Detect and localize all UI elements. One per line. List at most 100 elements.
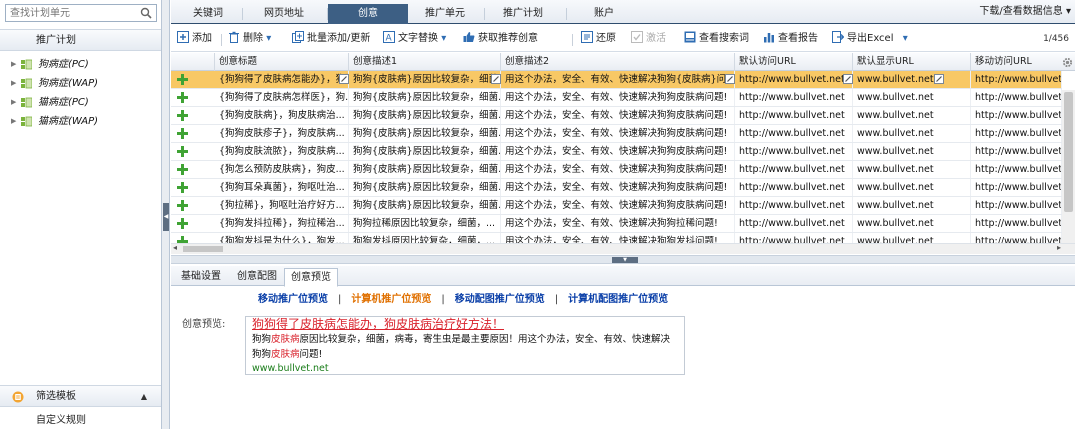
- preview-mode-link[interactable]: 计算机配图推广位预览: [568, 294, 668, 305]
- detail-splitter[interactable]: ▼: [171, 255, 1075, 264]
- view-search-terms-button[interactable]: 查看搜索词: [684, 31, 749, 47]
- expand-arrow-icon[interactable]: ▶: [11, 55, 16, 74]
- tab-ad-groups[interactable]: 推广单元: [416, 4, 474, 24]
- table-cell[interactable]: {狗狗发抖拉稀}，狗拉稀治...: [215, 215, 349, 232]
- table-row[interactable]: {狗狗耳朵真菌}，狗呕吐治... 狗狗{皮肤病}原因比较复杂，细菌... 用这个办法…: [171, 179, 1062, 197]
- table-cell[interactable]: http://www.bullvet.net: [735, 107, 853, 124]
- column-header[interactable]: 创意描述1: [349, 53, 501, 71]
- table-cell[interactable]: http://www.bullvet...: [971, 107, 1062, 124]
- column-header[interactable]: 移动访问URL: [971, 53, 1062, 71]
- table-row[interactable]: {狗狗皮肤流脓}，狗皮肤病... 狗狗{皮肤病}原因比较复杂，细菌... 用这个办法…: [171, 143, 1062, 161]
- plan-search-box[interactable]: [5, 4, 157, 22]
- table-cell[interactable]: 用这个办法，安全、有效、快速解决狗狗皮肤病问题!: [501, 197, 735, 214]
- tab-creative-images[interactable]: 创意配图: [231, 268, 283, 286]
- search-icon[interactable]: [140, 7, 152, 19]
- get-recommended-creatives-button[interactable]: 获取推荐创意: [463, 31, 538, 47]
- table-cell[interactable]: www.bullvet.net: [853, 143, 971, 160]
- edit-pencil-icon[interactable]: [725, 74, 735, 84]
- table-cell[interactable]: http://www.bullvet...: [971, 233, 1062, 243]
- batch-add-update-button[interactable]: 批量添加/更新: [292, 31, 370, 47]
- table-cell[interactable]: 用这个办法，安全、有效、快速解决狗狗皮肤病问题!: [501, 89, 735, 106]
- edit-pencil-icon[interactable]: [843, 74, 853, 84]
- restore-button[interactable]: 还原: [581, 31, 616, 47]
- collapse-down-icon[interactable]: ▼: [612, 257, 638, 263]
- column-header[interactable]: 创意标题: [215, 53, 349, 71]
- table-row[interactable]: {狗狗得了皮肤病怎能办}，狗狗...狗狗{皮肤病}原因比较复杂，细菌...用这个…: [171, 71, 1062, 89]
- scroll-left-icon[interactable]: ◂: [173, 243, 177, 252]
- table-cell[interactable]: http://www.bullvet.net: [735, 143, 853, 160]
- download-view-data-link[interactable]: 下载/查看数据信息 ▾: [979, 4, 1071, 20]
- filter-template-bar[interactable]: 筛选模板 ▲: [0, 385, 161, 407]
- tab-keywords[interactable]: 关键词: [179, 4, 237, 24]
- table-cell[interactable]: 用这个办法，安全、有效、快速解决狗狗皮肤病问题!: [501, 161, 735, 178]
- table-cell[interactable]: http://www.bullvet...: [971, 125, 1062, 142]
- column-header[interactable]: 默认显示URL: [853, 53, 971, 71]
- table-cell[interactable]: {狗拉稀}，狗呕吐治疗好方...: [215, 197, 349, 214]
- tab-urls[interactable]: 网页地址: [249, 4, 319, 24]
- table-cell[interactable]: 狗狗{皮肤病}原因比较复杂，细菌...: [349, 89, 501, 106]
- table-cell[interactable]: 用这个办法，安全、有效、快速解决狗狗皮肤病问题!: [501, 125, 735, 142]
- table-cell[interactable]: 用这个办法，安全、有效、快速解决狗狗{皮肤病}问题!: [501, 71, 735, 88]
- expand-plus-icon[interactable]: [177, 218, 188, 229]
- table-row[interactable]: {狗怎么预防皮肤病}，狗皮... 狗狗{皮肤病}原因比较复杂，细菌... 用这个办法…: [171, 161, 1062, 179]
- table-cell[interactable]: http://www.bullvet...: [971, 71, 1062, 88]
- tab-account[interactable]: 账户: [579, 4, 629, 24]
- table-row[interactable]: {狗拉稀}，狗呕吐治疗好方... 狗狗{皮肤病}原因比较复杂，细菌... 用这个办法…: [171, 197, 1062, 215]
- preview-mode-link[interactable]: 移动配图推广位预览: [455, 294, 545, 305]
- table-cell[interactable]: 狗狗拉稀原因比较复杂，细菌，...: [349, 215, 501, 232]
- plan-tree-item[interactable]: ▶ 猫病症(PC): [0, 93, 160, 112]
- table-cell[interactable]: 狗狗{皮肤病}原因比较复杂，细菌...: [349, 143, 501, 160]
- ad-preview-title[interactable]: 狗狗得了皮肤病怎能办，狗皮肤病治疗好方法！: [252, 317, 678, 332]
- tab-campaigns[interactable]: 推广计划: [493, 4, 553, 24]
- table-cell[interactable]: www.bullvet.net: [853, 197, 971, 214]
- table-cell[interactable]: 用这个办法，安全、有效、快速解决狗狗拉稀问题!: [501, 215, 735, 232]
- table-cell[interactable]: www.bullvet.net: [853, 107, 971, 124]
- table-cell[interactable]: http://www.bullvet...: [971, 89, 1062, 106]
- table-cell[interactable]: http://www.bullvet.net: [735, 179, 853, 196]
- table-cell[interactable]: http://www.bullvet...: [971, 215, 1062, 232]
- table-cell[interactable]: www.bullvet.net: [853, 215, 971, 232]
- grid-vertical-scrollbar[interactable]: [1062, 90, 1075, 243]
- tab-creative-preview[interactable]: 创意预览: [284, 268, 338, 287]
- table-cell[interactable]: http://www.bullvet.net: [735, 197, 853, 214]
- expand-plus-icon[interactable]: [177, 146, 188, 157]
- table-cell[interactable]: http://www.bullvet.net: [735, 125, 853, 142]
- table-cell[interactable]: http://www.bullvet...: [971, 161, 1062, 178]
- table-cell[interactable]: {狗狗得了皮肤病怎能办}，狗狗...: [215, 71, 349, 88]
- gear-icon[interactable]: [1062, 57, 1073, 68]
- add-button[interactable]: 添加: [177, 31, 212, 47]
- export-excel-button[interactable]: 导出Excel ▾: [832, 31, 908, 47]
- table-row[interactable]: {狗狗皮肤病}，狗皮肤病治... 狗狗{皮肤病}原因比较复杂，细菌... 用这个办法…: [171, 107, 1062, 125]
- expand-arrow-icon[interactable]: ▶: [11, 93, 16, 112]
- expand-plus-icon[interactable]: [177, 92, 188, 103]
- table-cell[interactable]: {狗狗皮肤疹子}，狗皮肤病...: [215, 125, 349, 142]
- expand-plus-icon[interactable]: [177, 110, 188, 121]
- table-cell[interactable]: {狗狗耳朵真菌}，狗呕吐治...: [215, 179, 349, 196]
- table-cell[interactable]: {狗狗皮肤病}，狗皮肤病治...: [215, 107, 349, 124]
- table-cell[interactable]: 用这个办法，安全、有效、快速解决狗狗皮肤病问题!: [501, 179, 735, 196]
- table-cell[interactable]: www.bullvet.net: [853, 233, 971, 243]
- expand-arrow-icon[interactable]: ▶: [11, 74, 16, 93]
- table-cell[interactable]: 用这个办法，安全、有效、快速解决狗狗发抖问题!: [501, 233, 735, 243]
- plan-tree-item[interactable]: ▶ 狗病症(PC): [0, 55, 160, 74]
- edit-pencil-icon[interactable]: [934, 74, 944, 84]
- table-cell[interactable]: http://www.bullvet.net: [735, 215, 853, 232]
- tab-creatives[interactable]: 创意: [328, 4, 408, 24]
- table-cell[interactable]: www.bullvet.net: [853, 125, 971, 142]
- table-cell[interactable]: http://www.bullvet.net: [735, 233, 853, 243]
- expand-plus-icon[interactable]: [177, 164, 188, 175]
- tab-basic-settings[interactable]: 基础设置: [175, 268, 227, 286]
- table-cell[interactable]: 狗狗{皮肤病}原因比较复杂，细菌...: [349, 107, 501, 124]
- expand-plus-icon[interactable]: [177, 74, 188, 85]
- view-report-button[interactable]: 查看报告: [763, 31, 818, 47]
- expand-plus-icon[interactable]: [177, 128, 188, 139]
- table-cell[interactable]: {狗狗皮肤流脓}，狗皮肤病...: [215, 143, 349, 160]
- table-row[interactable]: {狗狗皮肤疹子}，狗皮肤病... 狗狗{皮肤病}原因比较复杂，细菌... 用这个办法…: [171, 125, 1062, 143]
- edit-pencil-icon[interactable]: [339, 74, 349, 84]
- table-row[interactable]: {狗狗发抖拉稀}，狗拉稀治... 狗狗拉稀原因比较复杂，细菌，... 用这个办法，安…: [171, 215, 1062, 233]
- plan-search-input[interactable]: [6, 5, 131, 21]
- table-cell[interactable]: www.bullvet.net: [853, 89, 971, 106]
- table-row[interactable]: {狗狗得了皮肤病怎样医}，狗... 狗狗{皮肤病}原因比较复杂，细菌... 用这个办…: [171, 89, 1062, 107]
- collapse-left-icon[interactable]: ◀: [163, 203, 169, 231]
- table-cell[interactable]: 狗狗{皮肤病}原因比较复杂，细菌...: [349, 179, 501, 196]
